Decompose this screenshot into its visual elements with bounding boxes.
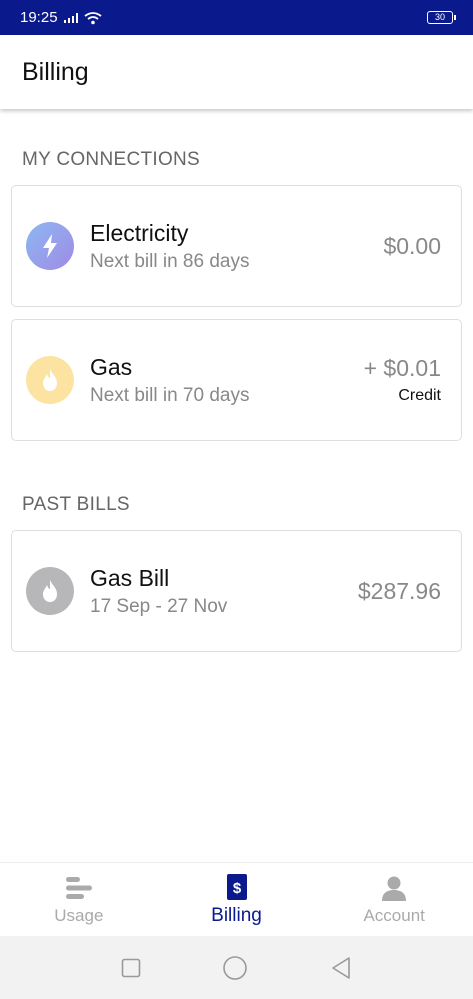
flame-icon <box>26 356 74 404</box>
status-left: 19:25 <box>20 9 102 26</box>
nav-label: Usage <box>54 905 104 925</box>
nav-billing[interactable]: $ Billing <box>158 863 316 936</box>
wifi-icon <box>84 11 102 24</box>
status-bar: 19:25 30 <box>0 0 473 35</box>
bottom-nav: Usage $ Billing Account <box>0 862 473 936</box>
card-amount: $287.96 <box>357 577 441 604</box>
signal-icon <box>63 12 78 23</box>
status-time: 19:25 <box>20 9 58 26</box>
lightning-icon <box>26 222 74 270</box>
page-title: Billing <box>22 57 89 86</box>
card-right: + $0.01 Credit <box>364 355 441 405</box>
card-subtitle: 17 Sep - 27 Nov <box>90 595 228 617</box>
svg-text:$: $ <box>232 880 241 897</box>
credit-label: Credit <box>398 387 441 404</box>
dollar-icon: $ <box>226 873 247 901</box>
battery-icon: 30 <box>427 11 456 24</box>
card-title: Gas <box>90 353 133 380</box>
card-body: Gas Bill 17 Sep - 27 Nov <box>90 565 358 618</box>
nav-label: Account <box>363 905 425 925</box>
nav-account[interactable]: Account <box>315 863 473 936</box>
past-bills-heading: PAST BILLS <box>22 494 130 515</box>
card-subtitle: Next bill in 86 days <box>90 250 250 272</box>
gas-card[interactable]: Gas Next bill in 70 days + $0.01 Credit <box>11 319 462 441</box>
recents-icon[interactable] <box>121 958 141 978</box>
card-amount: $0.00 <box>383 232 441 259</box>
card-body: Gas Next bill in 70 days <box>90 354 364 407</box>
electricity-card[interactable]: Electricity Next bill in 86 days $0.00 <box>11 185 462 307</box>
app-bar: Billing <box>0 35 473 109</box>
card-right: $287.96 <box>358 578 441 605</box>
system-nav-bar <box>0 936 473 999</box>
card-title: Gas Bill <box>90 564 170 591</box>
card-amount: + $0.01 <box>363 355 441 381</box>
nav-label: Billing <box>211 904 262 926</box>
card-title: Electricity <box>90 219 189 246</box>
flame-icon <box>26 567 74 615</box>
gas-bill-card[interactable]: Gas Bill 17 Sep - 27 Nov $287.96 <box>11 530 462 652</box>
card-right: $0.00 <box>383 233 441 260</box>
card-body: Electricity Next bill in 86 days <box>90 220 383 273</box>
connections-heading: MY CONNECTIONS <box>22 149 201 170</box>
usage-bars-icon <box>65 874 92 902</box>
person-icon <box>381 874 407 902</box>
back-icon[interactable] <box>330 956 352 980</box>
card-subtitle: Next bill in 70 days <box>90 384 250 406</box>
home-icon[interactable] <box>222 955 248 981</box>
nav-usage[interactable]: Usage <box>0 863 158 936</box>
